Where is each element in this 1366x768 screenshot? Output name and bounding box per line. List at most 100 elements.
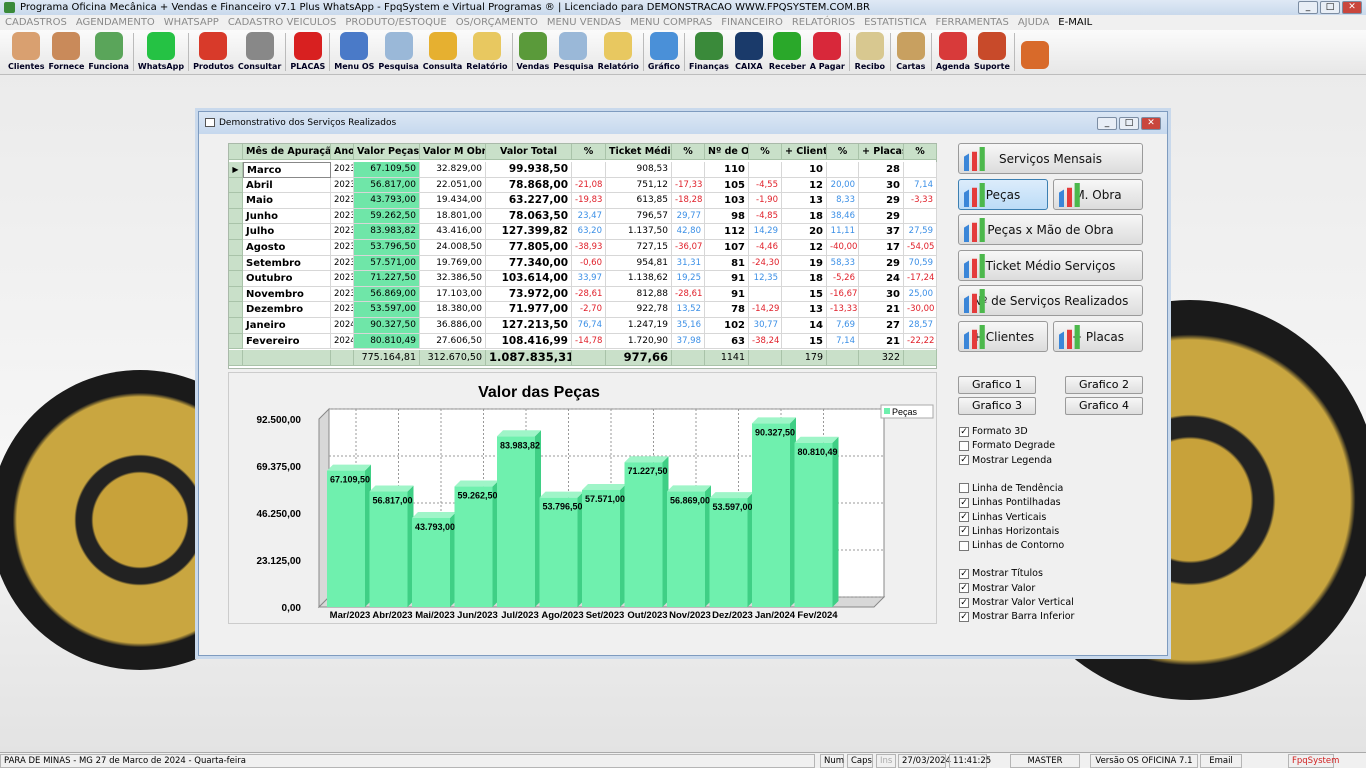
bar[interactable] [624,462,663,607]
menu-item[interactable]: AGENDAMENTO [76,15,155,30]
bar[interactable] [539,497,578,607]
toolbar-button[interactable]: Vendas [515,30,552,74]
parts-button[interactable]: Peças [958,179,1048,210]
toolbar-button[interactable]: Funciona [86,30,131,74]
services-count-button[interactable]: Nº de Serviços Realizados [958,285,1143,316]
checkbox[interactable] [959,440,969,451]
new-plates-button[interactable]: + Placas [1053,321,1143,352]
menu-item[interactable]: MENU COMPRAS [630,15,712,30]
toolbar-button[interactable]: Consulta [421,30,464,74]
parts-vs-labor-button[interactable]: Peças x Mão de Obra [958,214,1143,245]
bar[interactable] [709,498,748,607]
table-row[interactable]: Novembro 2023 56.869,00 17.103,00 73.972,00-… [229,286,937,303]
toolbar-button[interactable]: Clientes [6,30,47,74]
checkbox[interactable]: ✓ [959,497,969,508]
menu-item[interactable]: MENU VENDAS [547,15,621,30]
checkbox[interactable]: ✓ [959,568,969,579]
toolbar-button[interactable]: Agenda [934,30,972,74]
bar[interactable] [667,491,705,607]
checkbox[interactable]: ✓ [959,455,969,466]
toolbar-button[interactable]: Relatório [596,30,641,74]
toolbar-button[interactable]: Recibo [852,30,888,74]
toolbar-button[interactable]: Menu OS [332,30,376,74]
checkbox[interactable]: ✓ [959,426,969,437]
maximize-button[interactable]: □ [1320,1,1340,14]
window-close-button[interactable]: ✕ [1141,117,1161,130]
menu-item[interactable]: CADASTROS [5,15,67,30]
toolbar-button[interactable]: Gráfico [646,30,682,74]
menu-item[interactable]: CADASTRO VEICULOS [228,15,337,30]
table-row[interactable]: Dezembro 2023 53.597,00 18.380,00 71.977,00-… [229,302,937,318]
bar[interactable] [794,442,833,607]
bar[interactable] [454,486,493,607]
menu-item[interactable]: ESTATISTICA [864,15,926,30]
bar[interactable] [582,489,620,607]
table-row[interactable]: Maio 2023 43.793,00 19.434,00 63.227,00 -19,8… [229,193,937,209]
table-row[interactable]: Setembro 2023 57.571,00 19.769,00 77.340,00-… [229,255,937,272]
table-row[interactable]: Agosto 2023 53.796,50 24.008,50 77.805,00 -38… [229,240,937,256]
chart-2-button[interactable]: Grafico 2 [1065,376,1143,394]
toolbar-button[interactable]: CAIXA [731,30,767,74]
checkbox[interactable]: ✓ [959,512,969,522]
checkbox[interactable]: ✓ [959,526,969,537]
menu-item[interactable]: FINANCEIRO [721,15,783,30]
toolbar-button[interactable]: Suporte [972,30,1012,74]
option-checkbox[interactable]: Formato Degrade [959,440,1055,451]
table-row[interactable]: Fevereiro 2024 80.810,49 27.606,50 108.416,9… [229,333,937,350]
bar[interactable] [327,470,365,607]
menu-email[interactable]: E-MAIL [1058,15,1092,30]
menu-item[interactable]: PRODUTO/ESTOQUE [345,15,446,30]
chart-4-button[interactable]: Grafico 4 [1065,397,1143,415]
checkbox[interactable]: ✓ [959,583,969,594]
option-checkbox[interactable]: ✓ Mostrar Legenda [959,455,1052,466]
close-button[interactable]: ✕ [1342,1,1362,14]
window-maximize-button[interactable]: □ [1119,117,1139,130]
toolbar-button[interactable]: Fornece [47,30,87,74]
toolbar-button[interactable]: Pesquisa [376,30,420,74]
menu-item[interactable]: AJUDA [1018,15,1049,30]
toolbar-button[interactable]: Cartas [893,30,929,74]
toolbar-button[interactable]: Produtos [191,30,236,74]
option-checkbox[interactable]: Linha de Tendência [959,483,1063,494]
toolbar-button[interactable]: Consultar [236,30,283,74]
services-table[interactable]: Mês de Apuração Ano Valor Peças Valor M Obr… [228,143,937,369]
option-checkbox[interactable]: ✓ Linhas Pontilhadas [959,497,1061,508]
checkbox[interactable]: ✓ [959,597,969,608]
bar[interactable] [497,436,535,607]
checkbox[interactable] [959,483,969,494]
table-row[interactable]: Janeiro 2024 90.327,50 36.886,00 127.213,50 7… [229,318,937,334]
toolbar-button[interactable] [1017,30,1053,74]
window-minimize-button[interactable]: _ [1097,117,1117,130]
option-checkbox[interactable]: ✓ Linhas Verticais [959,512,1046,523]
toolbar-button[interactable]: PLACAS [288,30,327,74]
monthly-services-button[interactable]: Serviços Mensais [958,143,1143,174]
table-row[interactable]: Julho 2023 83.983,82 43.416,00 127.399,82 63,… [229,224,937,240]
option-checkbox[interactable]: ✓ Mostrar Valor Vertical [959,597,1074,608]
checkbox[interactable]: ✓ [959,611,969,622]
option-checkbox[interactable]: ✓ Mostrar Títulos [959,568,1043,579]
bar[interactable] [369,491,408,607]
labor-button[interactable]: M. Obra [1053,179,1143,210]
bar[interactable] [752,423,790,607]
option-checkbox[interactable]: ✓ Linhas Horizontais [959,526,1059,537]
menu-item[interactable]: OS/ORÇAMENTO [456,15,538,30]
status-email[interactable]: Email [1200,754,1242,768]
chart-1-button[interactable]: Grafico 1 [958,376,1036,394]
toolbar-button[interactable]: Receber [767,30,808,74]
option-checkbox[interactable]: ✓ Mostrar Barra Inferior [959,611,1074,622]
menu-item[interactable]: WHATSAPP [164,15,219,30]
option-checkbox[interactable]: Linhas de Contorno [959,540,1064,551]
option-checkbox[interactable]: ✓ Formato 3D [959,426,1028,437]
table-row[interactable]: Outubro 2023 71.227,50 32.386,50 103.614,00 3… [229,271,937,287]
toolbar-button[interactable]: Pesquisa [551,30,595,74]
table-row[interactable]: ▶ Marco 2023 67.109,50 32.829,00 99.938,50 908… [229,162,937,178]
toolbar-button[interactable]: WhatsApp [136,30,186,74]
toolbar-button[interactable]: Relatório [464,30,509,74]
toolbar-button[interactable]: A Pagar [808,30,847,74]
minimize-button[interactable]: _ [1298,1,1318,14]
average-ticket-button[interactable]: Ticket Médio Serviços [958,250,1143,281]
chart-3-button[interactable]: Grafico 3 [958,397,1036,415]
new-clients-button[interactable]: + Clientes [958,321,1048,352]
option-checkbox[interactable]: ✓ Mostrar Valor [959,583,1035,594]
toolbar-button[interactable]: Finanças [687,30,731,74]
